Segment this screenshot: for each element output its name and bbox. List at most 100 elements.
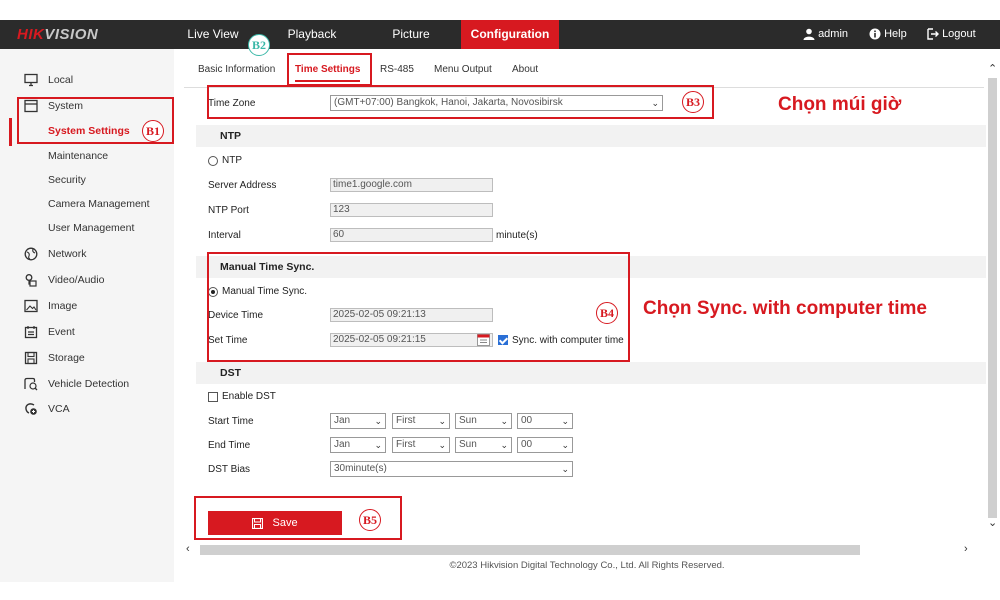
ntp-radio[interactable] <box>208 156 218 166</box>
sidebar-item-event[interactable]: Event <box>0 321 174 343</box>
end-time-label: End Time <box>208 440 251 451</box>
chevron-down-icon: ⌄ <box>374 440 382 450</box>
image-icon <box>24 299 38 313</box>
hikvision-logo: HIKVISION <box>17 26 99 43</box>
interval-field[interactable]: 60 <box>330 228 493 242</box>
ntp-section-title: NTP <box>220 130 241 142</box>
sidebar-item-label: Maintenance <box>48 150 109 162</box>
enable-dst-label: Enable DST <box>222 391 276 402</box>
vertical-scroll-thumb[interactable] <box>988 78 997 518</box>
help-label: Help <box>884 28 907 40</box>
info-icon <box>869 28 881 40</box>
tab-basic-information[interactable]: Basic Information <box>198 64 275 75</box>
start-month-select[interactable]: Jan ⌄ <box>330 413 386 429</box>
horizontal-scroll-thumb[interactable] <box>200 545 860 555</box>
sidebar-item-label: Event <box>48 326 75 338</box>
sidebar-item-label: VCA <box>48 403 70 415</box>
nav-configuration[interactable]: Configuration <box>461 20 559 49</box>
dst-bias-label: DST Bias <box>208 464 251 475</box>
dst-bias-value: 30minute(s) <box>334 463 387 474</box>
dst-section-title: DST <box>220 367 241 379</box>
scroll-right-icon[interactable]: › <box>964 543 968 555</box>
end-week-value: First <box>396 439 416 450</box>
sidebar-item-label: User Management <box>48 222 135 234</box>
start-time-label: Start Time <box>208 416 254 427</box>
chevron-down-icon: ⌄ <box>438 416 446 426</box>
annotation-choose-sync: Chọn Sync. with computer time <box>643 298 927 319</box>
logout-icon <box>927 28 939 40</box>
end-day-select[interactable]: Sun ⌄ <box>455 437 512 453</box>
user-menu[interactable]: admin <box>803 20 848 49</box>
chevron-down-icon: ⌄ <box>500 440 508 450</box>
nav-playback[interactable]: Playback <box>280 20 344 49</box>
sidebar-item-user-management[interactable]: User Management <box>0 217 174 239</box>
sidebar-item-vehicle-detection[interactable]: Vehicle Detection <box>0 373 174 395</box>
sidebar-item-label: Security <box>48 174 86 186</box>
ntp-radio-label: NTP <box>222 155 242 166</box>
help-link[interactable]: Help <box>869 20 907 49</box>
sidebar-item-label: Camera Management <box>48 198 150 210</box>
start-month-value: Jan <box>334 415 351 426</box>
copyright-footer: ©2023 Hikvision Digital Technology Co., … <box>449 560 725 571</box>
tab-about[interactable]: About <box>512 64 538 75</box>
logout-link[interactable]: Logout <box>927 20 976 49</box>
nav-live-view[interactable]: Live View <box>180 20 246 49</box>
ntp-section-header <box>196 125 986 147</box>
scroll-left-icon[interactable]: ‹ <box>186 543 190 555</box>
end-month-value: Jan <box>334 439 351 450</box>
end-month-select[interactable]: Jan ⌄ <box>330 437 386 453</box>
sidebar-item-label: Video/Audio <box>48 274 105 286</box>
event-icon <box>24 326 38 339</box>
tab-menu-output[interactable]: Menu Output <box>434 64 492 75</box>
sidebar-item-label: Network <box>48 248 87 260</box>
interval-label: Interval <box>208 230 241 241</box>
enable-dst-checkbox[interactable] <box>208 392 218 402</box>
start-day-select[interactable]: Sun ⌄ <box>455 413 512 429</box>
chevron-down-icon: ⌄ <box>561 464 569 474</box>
sidebar-item-storage[interactable]: Storage <box>0 347 174 369</box>
sidebar-item-label: Local <box>48 74 74 86</box>
server-address-field[interactable]: time1.google.com <box>330 178 493 192</box>
start-week-select[interactable]: First ⌄ <box>392 413 450 429</box>
dst-bias-select[interactable]: 30minute(s) ⌄ <box>330 461 573 477</box>
annotation-box-b2 <box>287 53 372 86</box>
annotation-badge-b5: B5 <box>359 509 381 531</box>
vertical-scrollbar[interactable] <box>986 58 1000 542</box>
sidebar-item-network[interactable]: Network <box>0 243 174 265</box>
start-day-value: Sun <box>459 415 477 426</box>
annotation-badge-b2: B2 <box>248 34 270 56</box>
interval-unit: minute(s) <box>496 230 538 241</box>
horizontal-scrollbar[interactable] <box>184 543 984 557</box>
start-hour-select[interactable]: 00 ⌄ <box>517 413 573 429</box>
sidebar-item-local[interactable]: Local <box>0 69 174 91</box>
end-week-select[interactable]: First ⌄ <box>392 437 450 453</box>
server-address-label: Server Address <box>208 180 277 191</box>
sidebar-item-camera-management[interactable]: Camera Management <box>0 193 174 215</box>
sidebar-item-vca[interactable]: VCA <box>0 398 174 420</box>
end-hour-select[interactable]: 00 ⌄ <box>517 437 573 453</box>
storage-icon <box>24 351 38 365</box>
nav-picture[interactable]: Picture <box>380 20 442 49</box>
scroll-down-icon[interactable]: ⌄ <box>988 516 997 529</box>
annotation-choose-timezone: Chọn múi giờ <box>778 94 902 115</box>
chevron-down-icon: ⌄ <box>438 440 446 450</box>
vca-icon <box>25 403 37 415</box>
globe-icon <box>24 247 38 261</box>
user-icon <box>803 28 815 41</box>
user-name: admin <box>818 28 849 40</box>
dst-section-header <box>196 362 986 384</box>
sidebar-item-maintenance[interactable]: Maintenance <box>0 145 174 167</box>
tab-rs-485[interactable]: RS-485 <box>380 64 414 75</box>
start-week-value: First <box>396 415 416 426</box>
annotation-badge-b3: B3 <box>682 91 704 113</box>
annotation-badge-b4: B4 <box>596 302 618 324</box>
ntp-port-field[interactable]: 123 <box>330 203 493 217</box>
chevron-down-icon: ⌄ <box>374 416 382 426</box>
sidebar-item-security[interactable]: Security <box>0 169 174 191</box>
sidebar-item-video-audio[interactable]: Video/Audio <box>0 269 174 291</box>
sidebar-item-image[interactable]: Image <box>0 295 174 317</box>
scroll-up-icon[interactable]: ⌃ <box>988 62 997 75</box>
chevron-down-icon: ⌄ <box>500 416 508 426</box>
vehicle-detection-icon <box>24 377 38 391</box>
sidebar-item-label: Vehicle Detection <box>48 378 130 390</box>
